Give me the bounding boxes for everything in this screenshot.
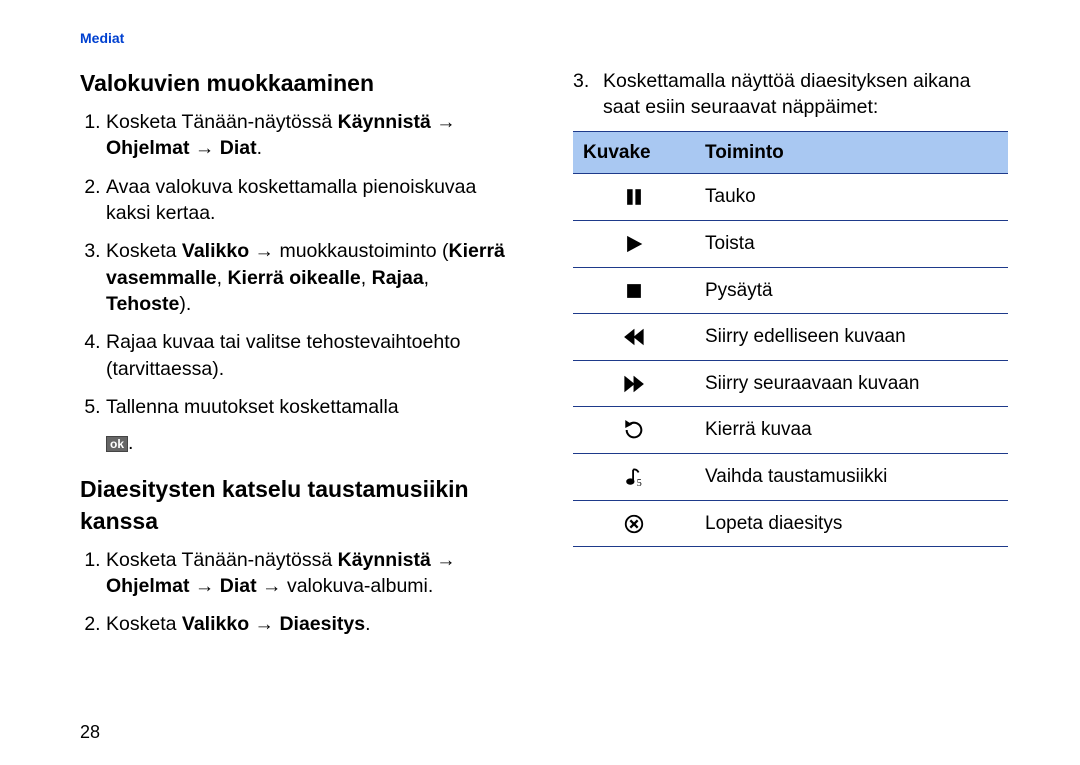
function-label: Kierrä kuvaa — [695, 407, 1008, 454]
ok-icon: ok — [106, 436, 128, 452]
right-column: 3. Koskettamalla näyttöä diaesityksen ai… — [573, 68, 1008, 658]
heading-slideshow-music: Diaesitysten katselu taustamusiikin kans… — [80, 474, 515, 536]
section-tag: Mediat — [80, 30, 1008, 46]
step-item: Kosketa Tänään-näytössä Käynnistä → Ohje… — [106, 109, 515, 162]
step-item: Rajaa kuvaa tai valitse tehostevaihtoeht… — [106, 329, 515, 382]
close-icon — [573, 500, 695, 547]
icon-function-table: Kuvake Toiminto TaukoToistaPysäytäSiirry… — [573, 131, 1008, 548]
step-item: Avaa valokuva koskettamalla pienoiskuvaa… — [106, 174, 515, 227]
table-row: Pysäytä — [573, 267, 1008, 314]
function-label: Toista — [695, 220, 1008, 267]
steps-edit-photos: Kosketa Tänään-näytössä Käynnistä → Ohje… — [80, 109, 515, 420]
rotate-icon — [573, 407, 695, 454]
function-label: Vaihda taustamusiikki — [695, 454, 1008, 501]
two-column-layout: Valokuvien muokkaaminen Kosketa Tänään-n… — [80, 68, 1008, 658]
stop-icon — [573, 267, 695, 314]
table-row: Lopeta diaesitys — [573, 500, 1008, 547]
function-label: Siirry seuraavaan kuvaan — [695, 360, 1008, 407]
table-row: Siirry edelliseen kuvaan — [573, 314, 1008, 361]
function-label: Pysäytä — [695, 267, 1008, 314]
step-item: Kosketa Valikko → muokkaus­toiminto (Kie… — [106, 238, 515, 317]
function-label: Tauko — [695, 174, 1008, 221]
function-label: Lopeta diaesitys — [695, 500, 1008, 547]
heading-edit-photos: Valokuvien muokkaaminen — [80, 68, 515, 99]
svg-text:5: 5 — [637, 478, 642, 488]
table-header-icon: Kuvake — [573, 131, 695, 174]
steps-slideshow-music: Kosketa Tänään-näytössä Käynnistä → Ohje… — [80, 547, 515, 638]
table-header-function: Toiminto — [695, 131, 1008, 174]
document-page: Mediat Valokuvien muokkaaminen Kosketa T… — [0, 0, 1080, 765]
table-row: 5 Vaihda taustamusiikki — [573, 454, 1008, 501]
table-row: Kierrä kuvaa — [573, 407, 1008, 454]
music-icon: 5 — [573, 454, 695, 501]
rewind-icon — [573, 314, 695, 361]
function-label: Siirry edelliseen kuvaan — [695, 314, 1008, 361]
table-row: Toista — [573, 220, 1008, 267]
step-item: Kosketa Tänään-näytössä Käynnistä → Ohje… — [106, 547, 515, 600]
page-number: 28 — [80, 722, 100, 743]
play-icon — [573, 220, 695, 267]
ok-line: ok. — [80, 430, 515, 456]
left-column: Valokuvien muokkaaminen Kosketa Tänään-n… — [80, 68, 515, 658]
fastfwd-icon — [573, 360, 695, 407]
table-row: Tauko — [573, 174, 1008, 221]
table-row: Siirry seuraavaan kuvaan — [573, 360, 1008, 407]
step-item: Tallenna muutokset koskettamalla — [106, 394, 515, 420]
step-text: Koskettamalla näyttöä diaesityksen aikan… — [603, 68, 1008, 121]
pause-icon — [573, 174, 695, 221]
step-item: Kosketa Valikko → Diaesitys. — [106, 611, 515, 637]
step-number: 3. — [573, 68, 595, 121]
